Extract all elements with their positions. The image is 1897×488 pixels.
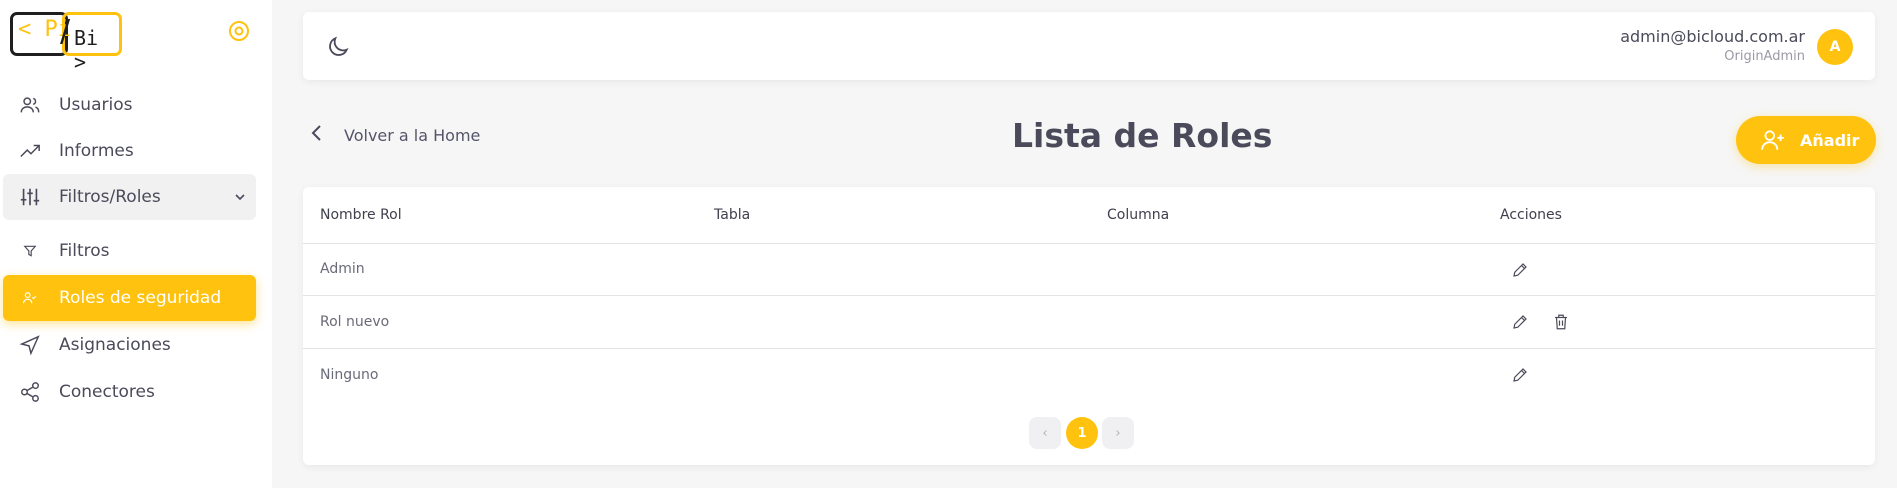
page-title: Lista de Roles <box>1012 116 1273 155</box>
roles-table: Nombre Rol Tabla Columna Acciones Admin … <box>303 187 1875 465</box>
moon-icon[interactable] <box>325 34 351 60</box>
user-email: admin@bicloud.com.ar <box>1620 27 1805 46</box>
back-link[interactable]: Volver a la Home <box>310 124 480 146</box>
sidebar-item-conectores[interactable]: Conectores <box>3 369 256 415</box>
sidebar-item-usuarios[interactable]: Usuarios <box>3 82 256 128</box>
edit-icon[interactable] <box>1511 313 1531 333</box>
row-divider <box>303 243 1875 244</box>
sidebar-item-asignaciones[interactable]: Asignaciones <box>3 322 256 368</box>
pagination-page-1[interactable]: 1 <box>1066 417 1098 449</box>
sidebar-item-label: Informes <box>59 141 134 161</box>
sidebar-item-filtros[interactable]: Filtros <box>3 228 256 274</box>
row-divider <box>303 295 1875 296</box>
edit-icon[interactable] <box>1511 261 1531 281</box>
chevron-left-icon <box>310 124 324 146</box>
role-name: Rol nuevo <box>320 314 390 330</box>
target-settings-icon[interactable] <box>228 20 250 42</box>
sidebar-item-roles-de-seguridad[interactable]: Roles de seguridad <box>3 275 256 321</box>
column-header-tabla[interactable]: Tabla <box>714 207 750 223</box>
sidebar-item-label: Roles de seguridad <box>59 288 222 308</box>
trash-icon[interactable] <box>1552 313 1572 333</box>
logo-slash: / <box>60 14 71 49</box>
sidebar-item-informes[interactable]: Informes <box>3 128 256 174</box>
edit-icon[interactable] <box>1511 366 1531 386</box>
sidebar-item-label: Conectores <box>59 382 155 402</box>
avatar[interactable]: A <box>1817 29 1853 65</box>
row-divider <box>303 348 1875 349</box>
sliders-icon <box>18 185 42 209</box>
role-name: Ninguno <box>320 367 379 383</box>
top-bar: admin@bicloud.com.ar OriginAdmin A <box>303 12 1875 80</box>
column-header-columna[interactable]: Columna <box>1107 207 1169 223</box>
column-header-acciones: Acciones <box>1500 207 1562 223</box>
column-header-nombre-rol[interactable]: Nombre Rol <box>320 207 402 223</box>
sidebar-item-label: Filtros <box>59 241 110 261</box>
sidebar-item-label: Usuarios <box>59 95 133 115</box>
user-plus-icon <box>1760 127 1786 153</box>
share-icon <box>18 380 42 404</box>
role-name: Admin <box>320 261 365 277</box>
pagination-prev-button[interactable]: ‹ <box>1029 417 1061 449</box>
app-logo[interactable]: < Pi / Bi > <box>10 12 122 74</box>
user-role: OriginAdmin <box>1724 49 1805 64</box>
back-link-label: Volver a la Home <box>344 125 481 145</box>
pagination-next-button[interactable]: › <box>1102 417 1134 449</box>
logo-right-text: Bi > <box>74 26 99 74</box>
sidebar-item-label: Filtros/Roles <box>59 187 161 207</box>
trending-up-icon <box>18 139 42 163</box>
filter-icon <box>18 239 42 263</box>
sidebar: < Pi / Bi > Usuarios Informes Filtros/Ro… <box>0 0 272 488</box>
chevron-down-icon <box>232 189 248 209</box>
add-button[interactable]: Añadir <box>1736 116 1876 164</box>
sidebar-item-filtros-roles[interactable]: Filtros/Roles <box>3 174 256 220</box>
send-icon <box>18 333 42 357</box>
add-button-label: Añadir <box>1800 130 1860 150</box>
user-check-icon <box>18 286 42 310</box>
sidebar-item-label: Asignaciones <box>59 335 171 355</box>
users-icon <box>18 93 42 117</box>
